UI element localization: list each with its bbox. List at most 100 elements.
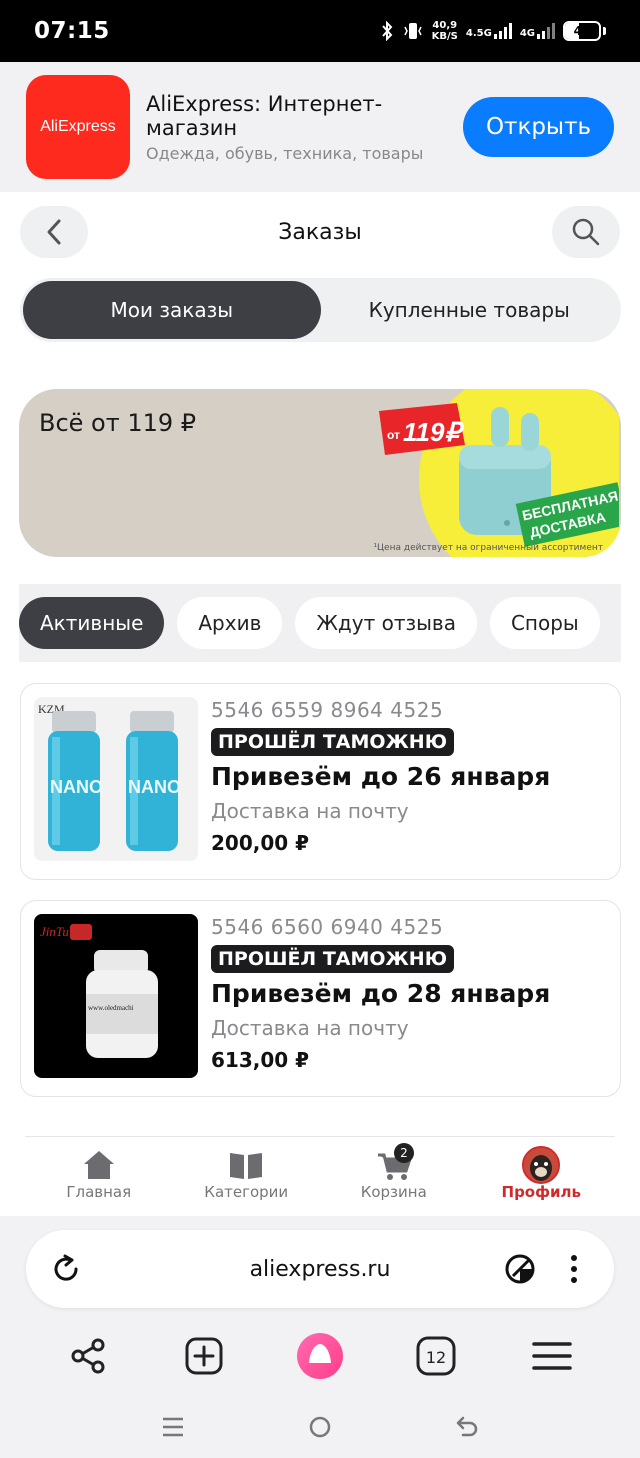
more-vertical-icon	[571, 1255, 577, 1283]
tabs-count: 12	[426, 1348, 446, 1367]
product-image: JinTu www.oledmachi	[34, 914, 198, 1078]
new-tab-button[interactable]	[178, 1330, 230, 1382]
app-description: Одежда, обувь, техника, товары	[146, 143, 424, 163]
speed-unit: KB/S	[431, 31, 458, 42]
back-button[interactable]	[20, 206, 88, 258]
order-delivery-date: Привезём до 26 января	[211, 762, 551, 791]
avatar	[522, 1146, 561, 1184]
nav-cart-label: Корзина	[360, 1183, 427, 1201]
filter-awaiting-review[interactable]: Ждут отзыва	[295, 597, 477, 649]
app-logo-text: AliExpress	[40, 118, 116, 135]
tabs-icon: 12	[416, 1336, 456, 1376]
search-button[interactable]	[552, 206, 620, 258]
alice-button[interactable]	[294, 1330, 346, 1382]
filter-disputes[interactable]: Споры	[489, 597, 600, 649]
browser-toolbar: 12	[0, 1328, 640, 1384]
reload-icon	[54, 1254, 78, 1281]
promo-banner[interactable]: Всё от 119 ₽ от 119₽ БЕСПЛАТНАЯ ДОСТАВКА…	[19, 389, 621, 557]
app-name: AliExpress: Интернет-магазин	[146, 91, 383, 140]
book-icon	[230, 1153, 263, 1179]
tab-my-orders[interactable]: Мои заказы	[23, 281, 321, 339]
system-navigation-bar	[0, 1402, 640, 1452]
url-text: aliexpress.ru	[249, 1256, 391, 1282]
share-icon	[71, 1338, 105, 1374]
order-info: 5546 6559 8964 4525 ПРОШЁЛ ТАМОЖНЮ Приве…	[211, 698, 550, 855]
signal-bars-icon	[537, 23, 555, 39]
product-image: KZM NANO NANO	[34, 697, 198, 861]
battery-tip	[603, 27, 606, 35]
app-logo: AliExpress	[26, 75, 130, 179]
open-app-button[interactable]: Открыть	[463, 97, 614, 157]
search-icon	[572, 218, 600, 246]
product-label: NANO	[128, 777, 181, 797]
hamburger-icon	[532, 1342, 572, 1370]
signal-1: 4.5G	[466, 23, 512, 39]
order-card[interactable]: JinTu www.oledmachi 5546 6560 6940 4525 …	[20, 900, 621, 1097]
nav-categories[interactable]: Категории	[173, 1137, 321, 1216]
browser-chrome: aliexpress.ru 12	[0, 1216, 640, 1458]
network-speed: 40,9 KB/S	[432, 20, 458, 42]
protect-button[interactable]	[502, 1251, 538, 1287]
status-time: 07:15	[34, 18, 110, 44]
page-title: Заказы	[278, 219, 362, 245]
product-label: NANO	[50, 777, 103, 797]
more-button[interactable]	[556, 1251, 592, 1287]
nav-home-label: Главная	[66, 1183, 132, 1201]
promo-note: ¹Цена действует на ограниченный ассортим…	[373, 543, 603, 553]
recent-apps-icon[interactable]	[161, 1415, 185, 1439]
product-brand: JinTu	[40, 924, 69, 939]
reload-button[interactable]	[48, 1251, 84, 1287]
tab-purchased-items[interactable]: Купленные товары	[321, 281, 619, 339]
nav-categories-label: Категории	[204, 1183, 289, 1201]
speed-value: 40,9	[432, 20, 458, 31]
cart-count-badge: 2	[394, 1143, 414, 1163]
net1-label: 4.5G	[465, 28, 492, 39]
promo-title: Всё от 119 ₽	[39, 409, 197, 437]
address-bar[interactable]: aliexpress.ru	[26, 1230, 614, 1308]
bottom-navigation: Главная Категории 2 Корзина Профиль	[25, 1136, 615, 1216]
order-delivery-method: Доставка на почту	[211, 1016, 409, 1040]
order-filters: Активные Архив Ждут отзыва Споры	[19, 584, 621, 662]
battery-icon: 41	[563, 21, 601, 41]
page-header: Заказы	[0, 192, 640, 272]
net2-label: 4G	[519, 28, 535, 39]
app-install-banner: AliExpress AliExpress: Интернет-магазин …	[0, 62, 640, 192]
tabs-button[interactable]: 12	[410, 1330, 462, 1382]
bluetooth-icon	[381, 21, 393, 41]
home-circle-icon[interactable]	[308, 1415, 332, 1439]
filter-active[interactable]: Активные	[19, 597, 165, 649]
order-card[interactable]: KZM NANO NANO 5546 6559 8964 4525 ПРОШЁЛ…	[20, 683, 621, 880]
status-badge: ПРОШЁЛ ТАМОЖНЮ	[211, 728, 455, 756]
plus-square-icon	[185, 1337, 223, 1375]
status-bar: 07:15 40,9 KB/S 4.5G 4G 41	[0, 0, 640, 62]
order-number: 5546 6560 6940 4525	[211, 915, 444, 939]
earbuds-promo-image: от 119₽ БЕСПЛАТНАЯ ДОСТАВКА	[379, 389, 619, 557]
order-price: 613,00 ₽	[211, 1048, 310, 1072]
order-info: 5546 6560 6940 4525 ПРОШЁЛ ТАМОЖНЮ Приве…	[211, 915, 550, 1072]
chevron-left-icon	[47, 219, 61, 245]
shield-pie-icon	[505, 1254, 535, 1284]
price-tag: 119₽	[403, 417, 465, 447]
dog-avatar-icon	[524, 1148, 559, 1182]
filter-archive[interactable]: Архив	[177, 597, 283, 649]
nav-cart[interactable]: 2 Корзина	[320, 1137, 468, 1216]
app-info: AliExpress: Интернет-магазин Одежда, обу…	[146, 92, 436, 163]
product-label: www.oledmachi	[88, 1004, 134, 1012]
status-icons: 40,9 KB/S 4.5G 4G 41	[380, 20, 606, 42]
order-price: 200,00 ₽	[211, 831, 310, 855]
alice-assistant-icon	[297, 1333, 343, 1379]
back-arrow-icon[interactable]	[455, 1415, 479, 1439]
battery-level: 41	[573, 24, 591, 38]
order-delivery-method: Доставка на почту	[211, 799, 409, 823]
menu-button[interactable]	[526, 1330, 578, 1382]
order-number: 5546 6559 8964 4525	[211, 698, 444, 722]
vibrate-icon	[403, 23, 422, 39]
signal-bars-icon	[493, 23, 512, 39]
nav-profile-label: Профиль	[501, 1183, 581, 1201]
share-button[interactable]	[62, 1330, 114, 1382]
nav-home[interactable]: Главная	[25, 1137, 173, 1216]
orders-segmented-control: Мои заказы Купленные товары	[20, 278, 621, 342]
order-delivery-date: Привезём до 28 января	[211, 979, 551, 1008]
price-tag-prefix: от	[387, 428, 400, 442]
nav-profile[interactable]: Профиль	[468, 1137, 616, 1216]
